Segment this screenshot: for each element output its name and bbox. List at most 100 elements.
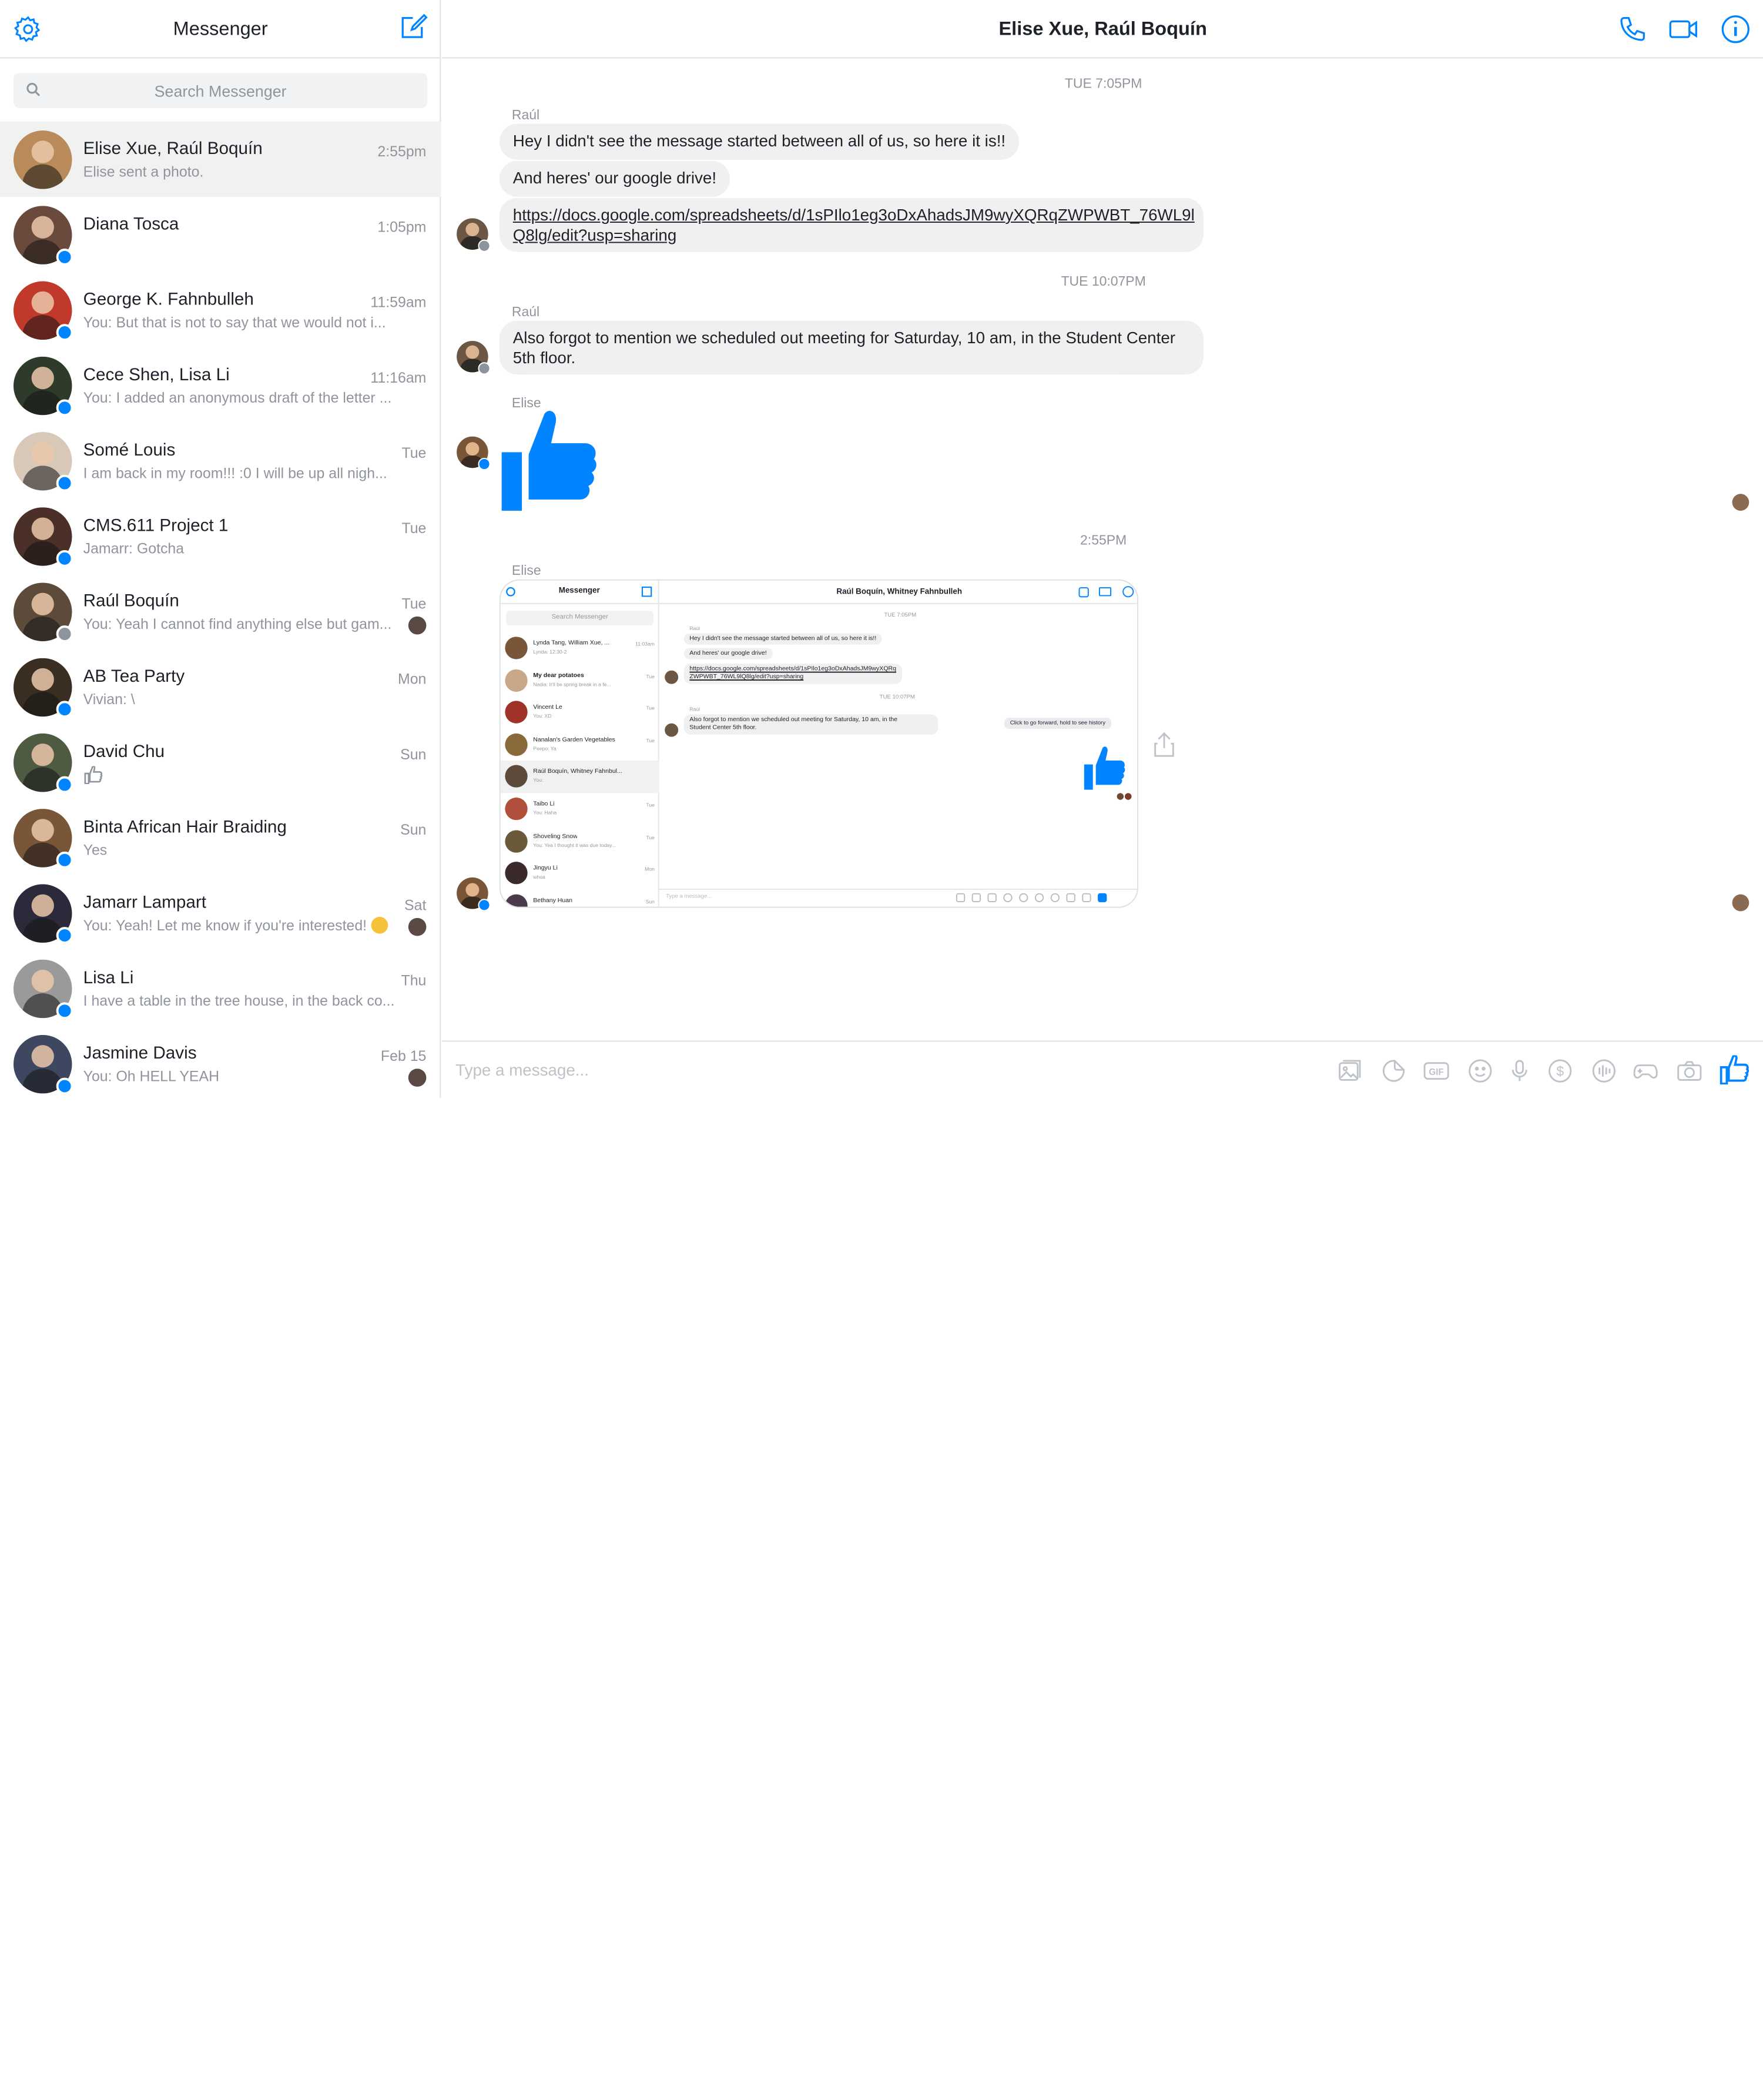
- search-box[interactable]: [13, 73, 428, 108]
- compose-icon[interactable]: [399, 12, 428, 42]
- screenshot-bubble: Also forgot to mention we scheduled out …: [683, 714, 939, 735]
- conversation-item[interactable]: Jasmine Davis Feb 15 You: Oh HELL YEAH: [0, 1026, 441, 1101]
- messenger-badge-icon: [56, 1002, 73, 1020]
- conversation-item[interactable]: Elise Xue, Raúl Boquín 2:55pm Elise sent a…: [0, 121, 441, 197]
- info-icon[interactable]: [1720, 14, 1752, 45]
- conversation-sidebar: Messenger Elise Xue, Raúl Boquín2:55pmEl…: [0, 0, 441, 1098]
- conversation-name: AB Tea Party: [83, 667, 185, 686]
- conversation-name: George K. Fahnbulleh: [83, 290, 254, 310]
- photo-icon[interactable]: [1336, 1057, 1363, 1084]
- conversation-item[interactable]: Cece Shen, Lisa Li 11:16am You: I added an…: [0, 347, 441, 423]
- messenger-badge-icon: [478, 457, 491, 471]
- conversation-item[interactable]: Raúl Boquín Tue You: Yeah I cannot find an…: [0, 574, 441, 649]
- screenshot-chat: Raúl Boquín, Whitney Fahnbulleh TUE 7:05…: [659, 581, 1138, 907]
- google-drive-link[interactable]: https://docs.google.com/spreadsheets/d/1…: [513, 207, 1195, 245]
- conversation-snippet: You: Oh HELL YEAH: [83, 1067, 220, 1085]
- search-input[interactable]: [13, 73, 428, 108]
- conversation-snippet: I have a table in the tree house, in the…: [83, 992, 395, 1009]
- conversation-name: Raúl Boquín: [83, 591, 179, 611]
- conversation-snippet: Yes: [83, 841, 108, 859]
- messenger-badge-icon: [56, 1077, 73, 1095]
- share-icon[interactable]: [1153, 731, 1175, 758]
- messenger-badge-icon: [56, 625, 73, 642]
- conversation-item[interactable]: Diana Tosca 1:05pm: [0, 197, 441, 272]
- message-input[interactable]: [455, 1055, 1243, 1087]
- timestamp: TUE 7:05PM: [1064, 75, 1142, 92]
- screenshot-list-item: Vincent Le You: XD Tue: [501, 696, 659, 729]
- camera-icon[interactable]: [1676, 1057, 1703, 1084]
- microphone-icon[interactable]: [1506, 1057, 1533, 1084]
- conversation-time: Mon: [397, 670, 427, 688]
- seen-avatar: [1732, 494, 1749, 511]
- screenshot-sender: Raúl: [689, 706, 700, 712]
- chat-panel: Elise Xue, Raúl Boquín TUE 7:05PM TUE 10…: [442, 0, 1763, 1098]
- conversation-time: Tue: [401, 595, 427, 612]
- audio-waveform-icon[interactable]: [1590, 1057, 1617, 1084]
- conversation-time: 2:55pm: [377, 143, 427, 160]
- conversation-item[interactable]: George K. Fahnbulleh 11:59am You: But that…: [0, 272, 441, 347]
- thumbs-up-send-icon[interactable]: [1720, 1055, 1749, 1085]
- conversation-snippet: [83, 766, 103, 785]
- timestamp: TUE 10:07PM: [1061, 273, 1146, 289]
- conversation-name: Cece Shen, Lisa Li: [83, 366, 230, 385]
- conversation-snippet: I am back in my room!!! :0 I will be up …: [83, 464, 387, 482]
- conversation-name: Jamarr Lampart: [83, 893, 207, 913]
- conversation-snippet: You: Yeah! Let me know if you're interes…: [83, 916, 388, 934]
- conversation-item[interactable]: Jamarr Lampart Sat You: Yeah! Let me know …: [0, 875, 441, 950]
- sender-name: Raúl: [511, 303, 540, 320]
- conversation-name: Binta African Hair Braiding: [83, 818, 287, 838]
- screenshot-list-item: My dear potatoes Nadia: It'll be spring b…: [501, 664, 659, 696]
- conversation-time: Tue: [401, 444, 427, 461]
- payment-icon[interactable]: $: [1547, 1057, 1574, 1084]
- compose-icon: [641, 587, 652, 597]
- thumbs-up-icon: [84, 766, 103, 785]
- messenger-badge-icon: [56, 324, 73, 341]
- messenger-badge-icon: [56, 248, 73, 266]
- messenger-badge-icon: [56, 701, 73, 718]
- messenger-badge-icon: [478, 362, 491, 375]
- screenshot-list: Lynda Tang, William Xue, ... Lynda: 12:30…: [500, 632, 659, 907]
- screenshot-bubble: https://docs.google.com/spreadsheets/d/1…: [683, 664, 902, 684]
- gif-icon[interactable]: GIF: [1423, 1057, 1450, 1084]
- conversation-snippet: You: Yeah I cannot find anything else bu…: [83, 615, 392, 632]
- message-bubble[interactable]: And heres' our google drive!: [499, 160, 730, 197]
- conversation-name: David Chu: [83, 742, 165, 762]
- message-composer: GIF $: [442, 1040, 1763, 1098]
- conversation-item[interactable]: AB Tea Party Mon Vivian: \: [0, 649, 441, 724]
- messenger-badge-icon: [56, 776, 73, 793]
- screenshot-list-item: Taibo Li You: Haha Tue: [501, 793, 659, 825]
- timestamp: 2:55PM: [1080, 532, 1127, 548]
- sticker-icon[interactable]: [1380, 1057, 1407, 1084]
- message-bubble[interactable]: Also forgot to mention we scheduled out …: [499, 320, 1204, 375]
- conversation-time: Thu: [401, 972, 427, 989]
- conversation-time: Sun: [400, 745, 427, 763]
- conversation-item[interactable]: David Chu Sun: [0, 725, 441, 800]
- link-message-bubble[interactable]: https://docs.google.com/spreadsheets/d/1…: [499, 197, 1204, 252]
- sidebar-title: Messenger: [173, 18, 268, 39]
- svg-text:GIF: GIF: [1429, 1067, 1444, 1077]
- conversation-item[interactable]: CMS.611 Project 1 Tue Jamarr: Gotcha: [0, 498, 441, 574]
- screenshot-chat-title: Raúl Boquín, Whitney Fahnbulleh: [836, 588, 963, 597]
- conversation-name: CMS.611 Project 1: [83, 516, 229, 536]
- conversation-item[interactable]: Somé Louis Tue I am back in my room!!! :0 …: [0, 423, 441, 498]
- seen-avatar: [408, 616, 427, 635]
- conversation-item[interactable]: Lisa Li Thu I have a table in the tree hou…: [0, 950, 441, 1026]
- conversation-time: Sat: [404, 896, 427, 914]
- thumbs-up-like-icon[interactable]: [500, 410, 598, 513]
- conversation-snippet: Elise sent a photo.: [83, 163, 204, 180]
- phone-icon[interactable]: [1616, 14, 1648, 45]
- seen-avatar: [408, 1069, 427, 1087]
- sender-name: Elise: [511, 562, 541, 578]
- seen-avatar: [408, 917, 427, 936]
- game-controller-icon[interactable]: [1632, 1057, 1659, 1084]
- photo-attachment[interactable]: Messenger Search Messenger Lynda Tang, W…: [499, 579, 1138, 908]
- message-bubble[interactable]: Hey I didn't see the message started bet…: [499, 123, 1020, 160]
- conversation-name: Diana Tosca: [83, 215, 179, 235]
- video-call-icon[interactable]: [1668, 14, 1700, 45]
- screenshot-sender: Raúl: [689, 625, 700, 631]
- screenshot-search: Search Messenger: [506, 611, 654, 626]
- screenshot-bubble: Hey I didn't see the message started bet…: [683, 633, 882, 645]
- emoji-icon[interactable]: [1467, 1057, 1494, 1084]
- conversation-list: Elise Xue, Raúl Boquín 2:55pm Elise sent a…: [0, 121, 441, 1101]
- conversation-item[interactable]: Binta African Hair Braiding Sun Yes: [0, 800, 441, 875]
